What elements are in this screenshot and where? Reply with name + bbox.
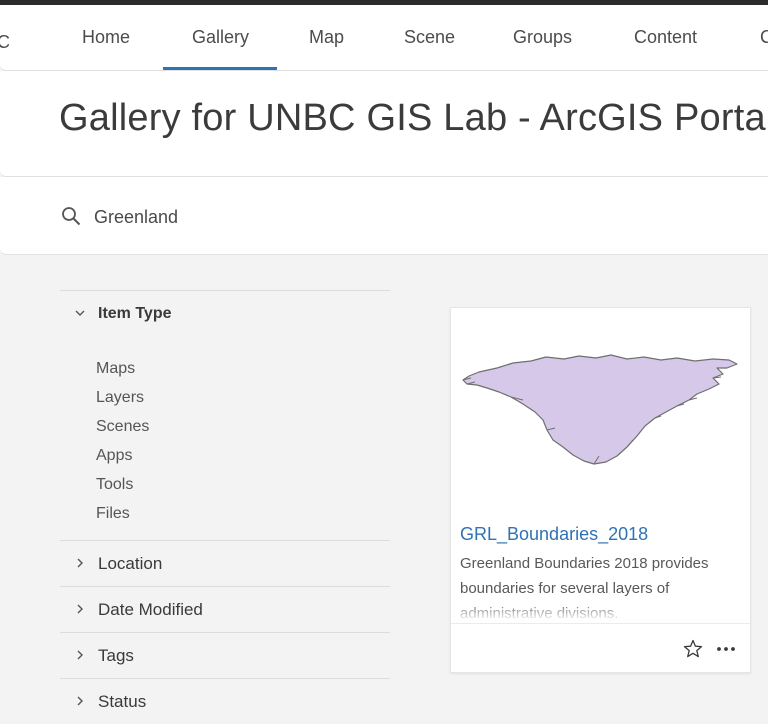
result-title-link[interactable]: GRL_Boundaries_2018 bbox=[460, 524, 648, 545]
filter-tags-toggle[interactable]: Tags bbox=[60, 633, 390, 678]
nav-groups[interactable]: Groups bbox=[513, 5, 572, 70]
filter-label: Item Type bbox=[98, 305, 172, 322]
more-icon[interactable] bbox=[715, 639, 737, 659]
filter-item-type-toggle[interactable]: Item Type bbox=[60, 291, 390, 336]
page-title: Gallery for UNBC GIS Lab - ArcGIS Portal bbox=[59, 97, 768, 139]
filter-option-apps[interactable]: Apps bbox=[96, 441, 390, 470]
chevron-right-icon bbox=[77, 650, 83, 660]
nav-gallery[interactable]: Gallery bbox=[162, 5, 278, 70]
item-type-options: Maps Layers Scenes Apps Tools Files bbox=[60, 336, 390, 540]
filter-status-toggle[interactable]: Status bbox=[60, 679, 390, 724]
chevron-right-icon bbox=[77, 558, 83, 568]
star-icon[interactable] bbox=[683, 639, 703, 659]
result-description: Greenland Boundaries 2018 provides bound… bbox=[460, 551, 742, 621]
top-navigation: C Home Gallery Map Scene Groups Content … bbox=[0, 5, 768, 71]
search-bar bbox=[0, 177, 768, 255]
result-card[interactable]: GRL_Boundaries_2018 Greenland Boundaries… bbox=[450, 307, 751, 673]
chevron-down-icon bbox=[75, 310, 85, 316]
card-footer bbox=[451, 623, 750, 673]
filter-location-toggle[interactable]: Location bbox=[60, 541, 390, 586]
filter-option-maps[interactable]: Maps bbox=[96, 354, 390, 383]
chevron-right-icon bbox=[77, 604, 83, 614]
chevron-right-icon bbox=[77, 696, 83, 706]
filter-date-modified-toggle[interactable]: Date Modified bbox=[60, 587, 390, 632]
greenland-map-thumbnail[interactable] bbox=[451, 308, 750, 514]
filter-label: Date Modified bbox=[98, 600, 203, 619]
filter-option-files[interactable]: Files bbox=[96, 499, 390, 528]
nav-item-overflow[interactable]: C bbox=[760, 5, 768, 70]
nav-content[interactable]: Content bbox=[634, 5, 697, 70]
filter-label: Status bbox=[98, 692, 147, 711]
search-input[interactable] bbox=[92, 201, 696, 233]
filter-option-scenes[interactable]: Scenes bbox=[96, 412, 390, 441]
title-banner: Gallery for UNBC GIS Lab - ArcGIS Portal bbox=[0, 71, 768, 177]
filter-option-layers[interactable]: Layers bbox=[96, 383, 390, 412]
filter-option-tools[interactable]: Tools bbox=[96, 470, 390, 499]
search-icon[interactable] bbox=[61, 206, 81, 226]
filter-label: Tags bbox=[98, 646, 134, 665]
nav-item-truncated[interactable]: C bbox=[0, 32, 10, 53]
nav-scene[interactable]: Scene bbox=[404, 5, 455, 70]
filter-panel: Item Type Maps Layers Scenes Apps Tools … bbox=[60, 290, 390, 724]
nav-map[interactable]: Map bbox=[309, 5, 344, 70]
filter-label: Location bbox=[98, 554, 163, 573]
nav-home[interactable]: Home bbox=[82, 5, 130, 70]
